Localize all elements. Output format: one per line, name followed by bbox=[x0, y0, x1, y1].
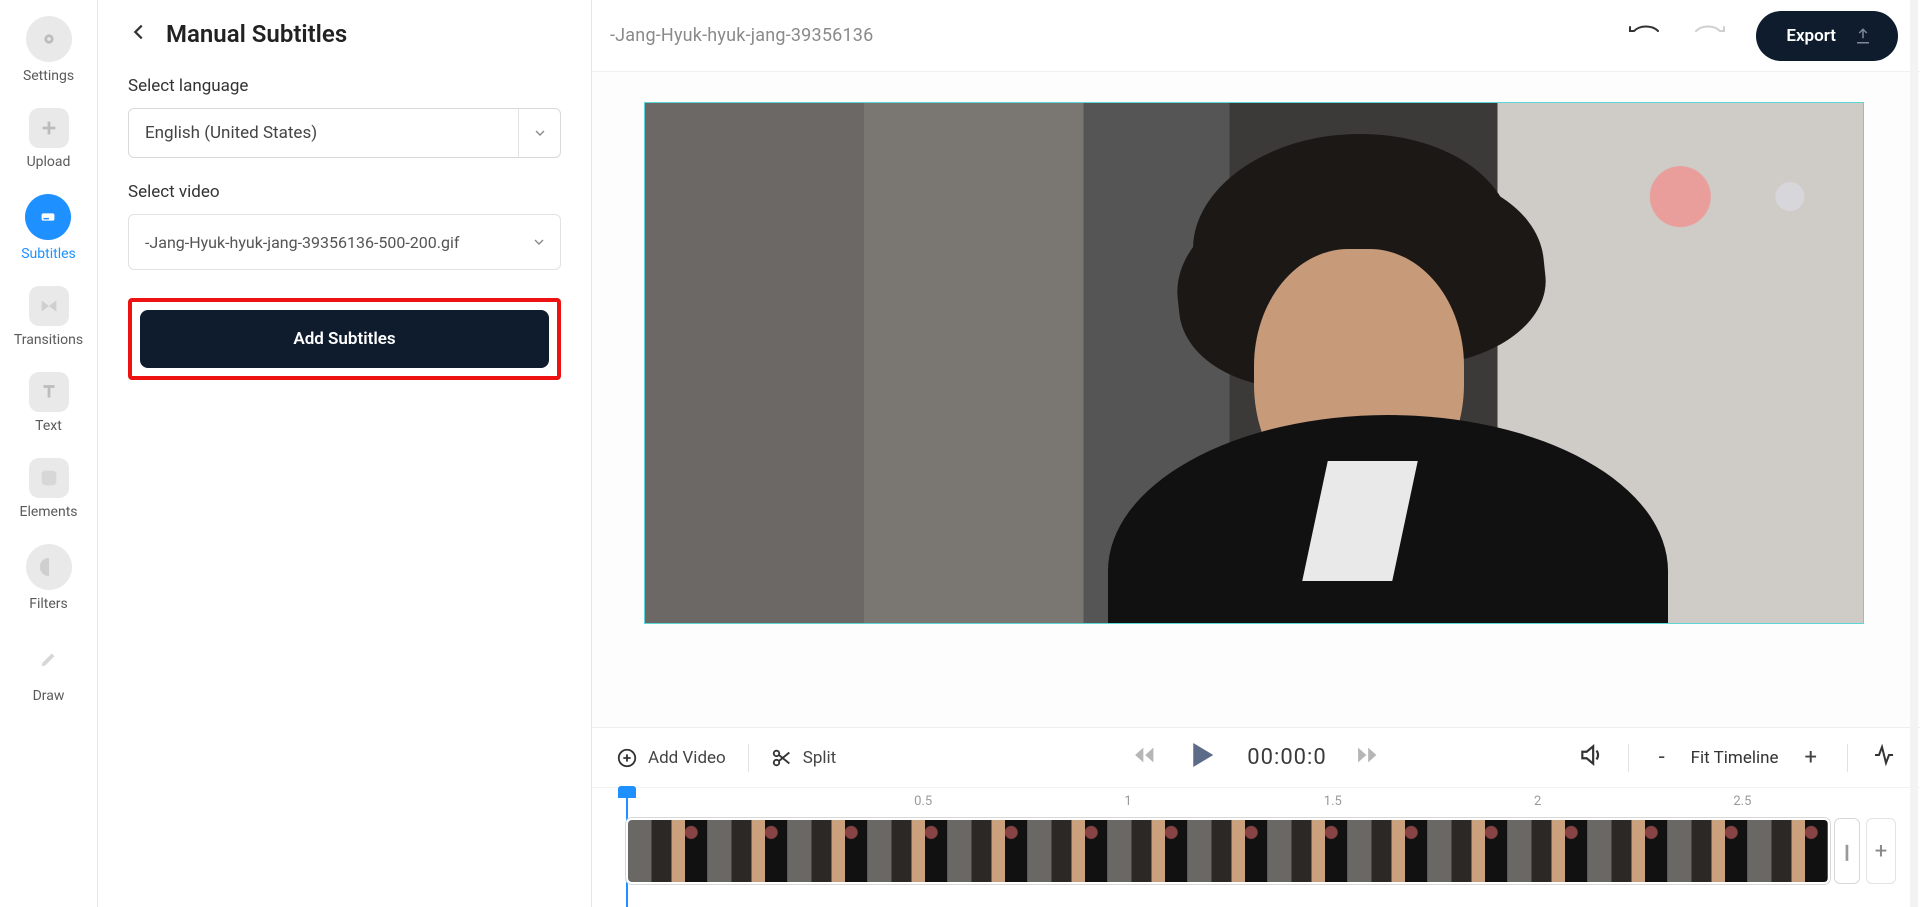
clip-thumbnail bbox=[1268, 820, 1348, 882]
rail-item-filters[interactable]: Filters bbox=[26, 544, 72, 612]
play-button[interactable] bbox=[1185, 739, 1217, 776]
rail-label: Subtitles bbox=[21, 246, 76, 262]
subtitles-icon bbox=[25, 194, 71, 240]
rail-label: Filters bbox=[29, 596, 68, 612]
scrollbar[interactable] bbox=[1910, 0, 1918, 907]
video-preview[interactable] bbox=[644, 102, 1864, 624]
clip-thumbnail bbox=[788, 820, 868, 882]
clip-thumbnail bbox=[868, 820, 948, 882]
rail-label: Settings bbox=[23, 68, 74, 84]
filters-icon bbox=[26, 544, 72, 590]
ruler-tick: 1.5 bbox=[1324, 794, 1342, 809]
clip-thumbnail bbox=[1748, 820, 1828, 882]
rewind-button[interactable] bbox=[1133, 746, 1155, 769]
zoom-out-button[interactable]: - bbox=[1653, 745, 1671, 770]
split-button[interactable]: Split bbox=[771, 747, 836, 769]
undo-button[interactable] bbox=[1628, 25, 1662, 47]
clip-thumbnail bbox=[1348, 820, 1428, 882]
main-area: -Jang-Hyuk-hyuk-jang-39356136 Export bbox=[592, 0, 1920, 907]
video-select[interactable]: -Jang-Hyuk-hyuk-jang-39356136-500-200.gi… bbox=[128, 214, 561, 270]
language-label: Select language bbox=[128, 76, 561, 96]
subtitles-panel: Manual Subtitles Select language English… bbox=[98, 0, 592, 907]
rail-label: Transitions bbox=[14, 332, 83, 348]
chevron-left-icon bbox=[128, 21, 150, 43]
volume-button[interactable] bbox=[1578, 742, 1604, 773]
rail-label: Text bbox=[35, 418, 62, 434]
timeline-toolbar: Add Video Split 00:00:0 bbox=[592, 727, 1920, 787]
waveform-button[interactable] bbox=[1872, 743, 1896, 772]
divider bbox=[1628, 744, 1629, 772]
ruler-tick: 2.5 bbox=[1733, 794, 1751, 809]
chevron-down-icon bbox=[518, 109, 560, 157]
upload-icon bbox=[29, 108, 69, 148]
ruler-tick: 1 bbox=[1124, 794, 1131, 809]
left-rail: Settings Upload Subtitles Transitions Te… bbox=[0, 0, 98, 907]
redo-button[interactable] bbox=[1692, 25, 1726, 47]
text-icon bbox=[29, 372, 69, 412]
rail-item-subtitles[interactable]: Subtitles bbox=[21, 194, 76, 262]
plus-circle-icon bbox=[616, 747, 638, 769]
panel-title: Manual Subtitles bbox=[166, 20, 347, 48]
divider bbox=[1847, 744, 1848, 772]
add-video-label: Add Video bbox=[648, 748, 726, 768]
rail-item-draw[interactable]: Draw bbox=[26, 636, 72, 704]
add-subtitles-button[interactable]: Add Subtitles bbox=[140, 310, 549, 368]
rail-item-settings[interactable]: Settings bbox=[23, 16, 74, 84]
clip-thumbnail bbox=[708, 820, 788, 882]
video-label: Select video bbox=[128, 182, 561, 202]
export-button[interactable]: Export bbox=[1756, 11, 1898, 61]
clip-thumbnail bbox=[628, 820, 708, 882]
video-value: -Jang-Hyuk-hyuk-jang-39356136-500-200.gi… bbox=[145, 233, 459, 252]
timeline-ruler: 0.511.522.53 bbox=[616, 788, 1896, 814]
add-video-button[interactable]: Add Video bbox=[616, 747, 726, 769]
rail-label: Upload bbox=[27, 154, 71, 170]
rail-item-transitions[interactable]: Transitions bbox=[14, 286, 83, 348]
fit-timeline-button[interactable]: Fit Timeline bbox=[1691, 748, 1779, 768]
clip-thumbnail bbox=[1668, 820, 1748, 882]
draw-icon bbox=[26, 636, 72, 682]
language-select[interactable]: English (United States) bbox=[128, 108, 561, 158]
export-icon bbox=[1854, 27, 1872, 45]
highlight-annotation: Add Subtitles bbox=[128, 298, 561, 380]
add-clip-button[interactable]: + bbox=[1866, 818, 1896, 884]
settings-icon bbox=[26, 16, 72, 62]
rail-item-elements[interactable]: Elements bbox=[19, 458, 77, 520]
ruler-tick: 2 bbox=[1534, 794, 1541, 809]
rail-label: Elements bbox=[19, 504, 77, 520]
clip-handle[interactable]: ❙ bbox=[1834, 818, 1860, 884]
timeline[interactable]: 0.511.522.53 ❙ + bbox=[592, 787, 1920, 907]
rail-item-upload[interactable]: Upload bbox=[27, 108, 71, 170]
rail-item-text[interactable]: Text bbox=[29, 372, 69, 434]
clip-thumbnail bbox=[948, 820, 1028, 882]
clip-thumbnail bbox=[1428, 820, 1508, 882]
topbar: -Jang-Hyuk-hyuk-jang-39356136 Export bbox=[592, 0, 1920, 72]
scissors-icon bbox=[771, 747, 793, 769]
elements-icon bbox=[29, 458, 69, 498]
divider bbox=[748, 744, 749, 772]
forward-button[interactable] bbox=[1357, 746, 1379, 769]
clip-thumbnail bbox=[1188, 820, 1268, 882]
clip-thumbnail bbox=[1508, 820, 1588, 882]
clip-thumbnail bbox=[1028, 820, 1108, 882]
timeline-clip[interactable] bbox=[626, 818, 1830, 884]
document-title: -Jang-Hyuk-hyuk-jang-39356136 bbox=[610, 25, 873, 46]
split-label: Split bbox=[803, 748, 836, 768]
transitions-icon bbox=[29, 286, 69, 326]
back-button[interactable] bbox=[128, 21, 150, 47]
clip-thumbnail bbox=[1108, 820, 1188, 882]
language-value: English (United States) bbox=[145, 123, 317, 143]
ruler-tick: 0.5 bbox=[914, 794, 932, 809]
rail-label: Draw bbox=[33, 688, 65, 704]
export-label: Export bbox=[1786, 26, 1836, 46]
chevron-down-icon bbox=[518, 215, 560, 269]
activity-icon bbox=[1872, 743, 1896, 767]
clip-thumbnail bbox=[1588, 820, 1668, 882]
volume-icon bbox=[1578, 742, 1604, 768]
timecode: 00:00:0 bbox=[1247, 745, 1326, 770]
zoom-in-button[interactable]: + bbox=[1799, 745, 1823, 770]
